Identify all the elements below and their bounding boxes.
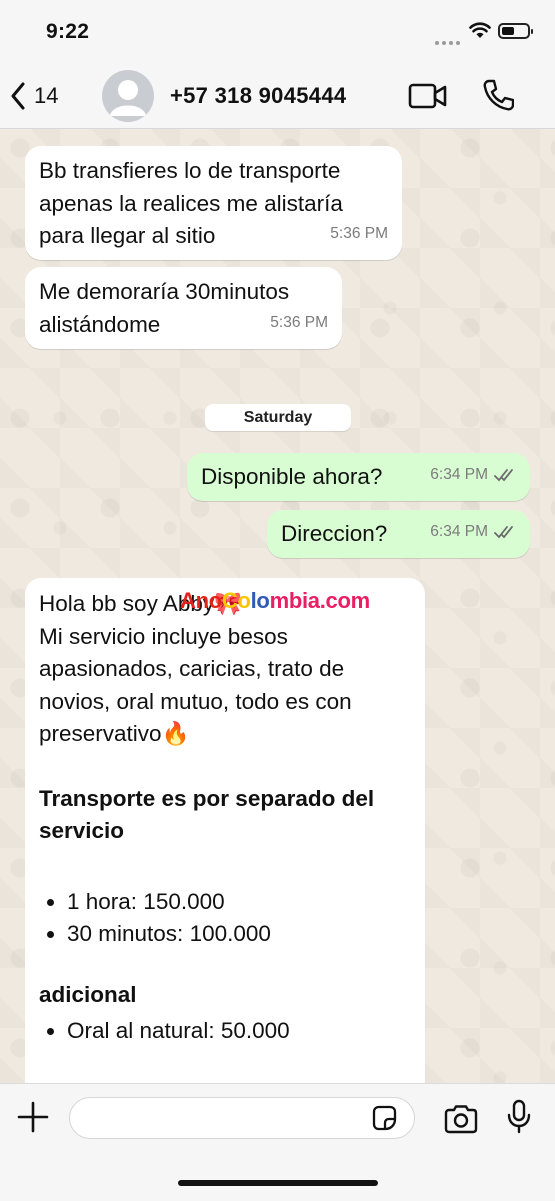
status-bar: 9:22: [0, 0, 555, 62]
video-camera-icon: [408, 83, 447, 109]
camera-icon: [444, 1105, 478, 1134]
list-item: Oral al natural: 50.000: [67, 1015, 411, 1048]
camera-button[interactable]: [443, 1104, 479, 1139]
message-heading: adicional: [39, 981, 137, 1007]
signal-icon: [435, 32, 463, 45]
message-time: 6:34 PM: [430, 516, 516, 549]
message-bubble-incoming[interactable]: Me demoraría 30minutos alistándome 5:36 …: [25, 267, 342, 349]
sticker-button[interactable]: [370, 1104, 398, 1137]
message-time: 6:34 PM: [430, 459, 516, 492]
chevron-left-icon: [11, 82, 25, 110]
message-heading: Transporte es por separado del servicio: [39, 785, 375, 844]
additional-list: Oral al natural: 50.000: [39, 1015, 411, 1048]
watermark-logo: AnoColombia.com: [180, 588, 370, 613]
list-item: 1 hora: 150.000: [67, 886, 411, 919]
message-bubble-outgoing[interactable]: Disponible ahora? 6:34 PM: [187, 453, 530, 501]
double-check-icon: [494, 468, 513, 482]
avatar[interactable]: [102, 70, 154, 122]
message-input-field[interactable]: [69, 1097, 415, 1139]
contact-name[interactable]: +57 318 9045444: [170, 83, 346, 109]
battery-icon: [498, 23, 533, 39]
message-time: 5:36 PM: [330, 224, 388, 242]
attach-button[interactable]: [16, 1100, 50, 1139]
message-input[interactable]: [84, 1106, 368, 1132]
price-list: 1 hora: 150.000 30 minutos: 100.000: [39, 886, 411, 951]
sticker-icon: [372, 1105, 397, 1131]
message-bubble-outgoing[interactable]: Direccion? 6:34 PM: [267, 510, 530, 558]
message-time: 5:36 PM: [270, 313, 328, 331]
message-bubble-incoming[interactable]: Bb transfieres lo de transporte apenas l…: [25, 146, 402, 260]
home-indicator: [178, 1180, 378, 1186]
list-item: 30 minutos: 100.000: [67, 918, 411, 951]
date-separator: Saturday: [205, 404, 351, 431]
voice-call-button[interactable]: [482, 78, 515, 117]
double-check-icon: [494, 525, 513, 539]
back-button[interactable]: 14: [10, 78, 80, 114]
voice-record-button[interactable]: [506, 1099, 532, 1140]
unread-count: 14: [34, 83, 59, 108]
message-bubble-incoming[interactable]: Hola bb soy Abby🎀 Mi servicio incluye be…: [25, 578, 425, 1098]
phone-icon: [483, 79, 515, 111]
user-avatar-icon: [110, 80, 146, 116]
microphone-icon: [507, 1099, 531, 1134]
wifi-icon: [469, 22, 491, 44]
chat-header: 14 +57 318 9045444: [0, 62, 555, 129]
video-call-button[interactable]: [408, 82, 448, 115]
status-time: 9:22: [46, 20, 90, 43]
plus-icon: [17, 1101, 49, 1133]
